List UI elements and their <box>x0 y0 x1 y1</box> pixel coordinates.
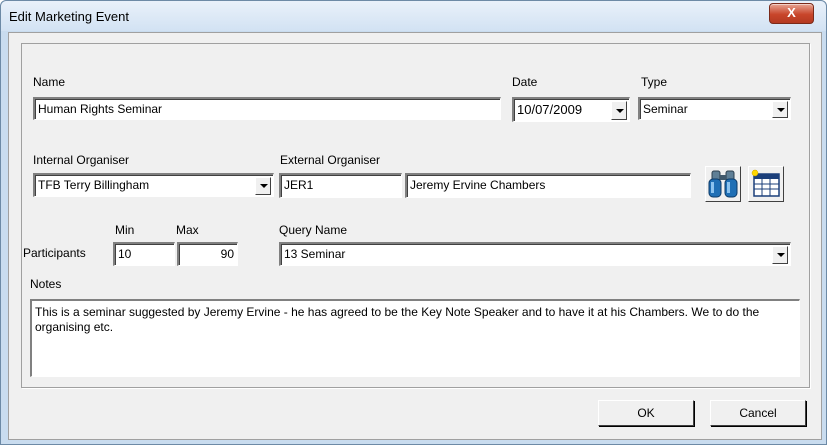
query-name-label: Query Name <box>279 223 348 237</box>
external-organiser-label: External Organiser <box>280 153 381 167</box>
binoculars-icon <box>708 170 738 198</box>
close-icon: X <box>787 5 796 20</box>
type-label: Type <box>641 75 668 89</box>
name-field[interactable]: Human Rights Seminar <box>33 97 501 120</box>
external-organiser-code-field[interactable]: JER1 <box>279 173 402 198</box>
cancel-button[interactable]: Cancel <box>710 400 806 426</box>
close-button[interactable]: X <box>769 3 814 24</box>
window-title: Edit Marketing Event <box>9 9 129 24</box>
event-details-group: Name Human Rights Seminar Date 10/07/200… <box>21 43 810 388</box>
dialog-body: Name Human Rights Seminar Date 10/07/200… <box>8 32 822 440</box>
internal-organiser-label: Internal Organiser <box>33 153 130 167</box>
query-name-select[interactable]: 13 Seminar <box>279 242 791 266</box>
date-label: Date <box>512 75 538 89</box>
organiser-list-button[interactable] <box>748 166 784 202</box>
internal-organiser-dropdown-arrow-icon[interactable] <box>255 177 271 195</box>
type-dropdown-arrow-icon[interactable] <box>772 101 788 118</box>
title-bar[interactable]: Edit Marketing Event X <box>1 1 826 31</box>
min-label: Min <box>115 223 135 237</box>
table-icon <box>751 169 780 197</box>
participants-label: Participants <box>23 246 86 260</box>
dialog-window: Edit Marketing Event X Name Human Rights… <box>0 0 827 445</box>
ok-button[interactable]: OK <box>598 400 694 426</box>
search-organiser-button[interactable] <box>705 166 741 202</box>
internal-organiser-select[interactable]: TFB Terry Billingham <box>33 173 274 197</box>
internal-organiser-value: TFB Terry Billingham <box>38 178 150 192</box>
type-value: Seminar <box>643 102 688 116</box>
date-picker[interactable]: 10/07/2009 <box>512 97 630 122</box>
participants-max-field[interactable]: 90 <box>177 242 238 266</box>
query-name-dropdown-arrow-icon[interactable] <box>772 246 788 264</box>
notes-label: Notes <box>30 277 62 291</box>
max-label: Max <box>176 223 199 237</box>
name-label: Name <box>33 75 66 89</box>
participants-min-field[interactable]: 10 <box>113 242 175 266</box>
notes-textarea[interactable]: This is a seminar suggested by Jeremy Er… <box>30 299 800 377</box>
external-organiser-name-field[interactable]: Jeremy Ervine Chambers <box>405 173 691 198</box>
date-value: 10/07/2009 <box>517 102 583 117</box>
type-select[interactable]: Seminar <box>638 97 791 120</box>
query-name-value: 13 Seminar <box>284 247 346 261</box>
date-dropdown-arrow-icon[interactable] <box>611 101 627 120</box>
